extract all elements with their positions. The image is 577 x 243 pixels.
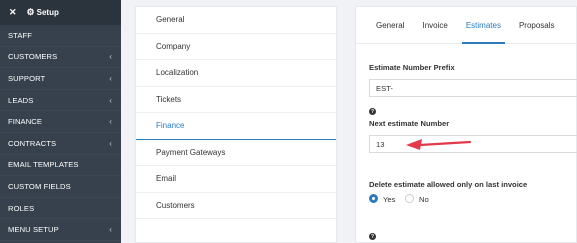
settings-menu-finance[interactable]: Finance bbox=[136, 113, 336, 140]
close-icon[interactable]: ✕ bbox=[9, 7, 17, 18]
delete-estimate-label: Delete estimate allowed only on last inv… bbox=[369, 180, 528, 189]
settings-menu-customers[interactable]: Customers bbox=[136, 193, 336, 219]
settings-menu: General Company Localization Tickets Fin… bbox=[135, 6, 337, 243]
chevron-left-icon: ‹ bbox=[109, 225, 112, 235]
gear-icon: ⚙ bbox=[26, 7, 35, 17]
sidebar-item-email-templates[interactable]: EMAIL TEMPLATES bbox=[0, 155, 121, 177]
sidebar-item-leads[interactable]: LEADS ‹ bbox=[0, 90, 121, 112]
sidebar-item-label: EMAIL TEMPLATES bbox=[8, 160, 79, 170]
help-icon[interactable]: ? bbox=[369, 233, 376, 240]
finance-settings-panel: General Invoice Estimates Proposals Esti… bbox=[355, 6, 577, 243]
sidebar-item-label: SUPPORT bbox=[8, 73, 46, 83]
sidebar-header: ✕ ⚙ Setup bbox=[0, 0, 121, 25]
sidebar-item-custom-fields[interactable]: CUSTOM FIELDS bbox=[0, 176, 121, 198]
tab-invoice[interactable]: Invoice bbox=[422, 7, 447, 43]
tab-estimates[interactable]: Estimates bbox=[461, 7, 506, 44]
next-estimate-number-label: Next estimate Number bbox=[369, 119, 450, 128]
sidebar-item-label: STAFF bbox=[8, 30, 32, 40]
chevron-left-icon: ‹ bbox=[109, 138, 112, 148]
sidebar-item-label: CUSTOMERS bbox=[8, 52, 58, 62]
sidebar-item-label: FINANCE bbox=[8, 117, 43, 127]
help-icon[interactable]: ? bbox=[369, 108, 376, 115]
settings-menu-general[interactable]: General bbox=[136, 7, 336, 34]
delete-no-radio[interactable] bbox=[405, 194, 414, 203]
settings-menu-email[interactable]: Email bbox=[136, 166, 336, 193]
delete-yes-label: Yes bbox=[383, 195, 396, 204]
chevron-left-icon: ‹ bbox=[109, 52, 112, 62]
estimate-prefix-label: Estimate Number Prefix bbox=[369, 63, 455, 72]
delete-yes-radio[interactable] bbox=[369, 194, 378, 203]
sidebar-item-roles[interactable]: ROLES bbox=[0, 198, 121, 220]
estimate-prefix-input[interactable]: EST- bbox=[369, 79, 577, 97]
annotation-arrow bbox=[406, 139, 472, 150]
sidebar-item-menu-setup[interactable]: MENU SETUP ‹ bbox=[0, 219, 121, 241]
sidebar: ✕ ⚙ Setup STAFF CUSTOMERS ‹ SUPPORT ‹ LEADS… bbox=[0, 0, 121, 243]
chevron-left-icon: ‹ bbox=[109, 117, 112, 127]
settings-menu-tickets[interactable]: Tickets bbox=[136, 87, 336, 113]
sidebar-item-support[interactable]: SUPPORT ‹ bbox=[0, 68, 121, 90]
next-estimate-number-input[interactable]: 13 bbox=[369, 135, 577, 153]
sidebar-item-label: ROLES bbox=[8, 203, 35, 213]
sidebar-item-label: MENU SETUP bbox=[8, 225, 59, 235]
chevron-left-icon: ‹ bbox=[109, 73, 112, 83]
delete-no-label: No bbox=[419, 195, 429, 204]
sidebar-item-label: LEADS bbox=[8, 95, 34, 105]
setup-heading: ⚙ Setup bbox=[27, 7, 59, 18]
finance-tabs: General Invoice Estimates Proposals bbox=[356, 7, 576, 44]
sidebar-item-label: CUSTOM FIELDS bbox=[8, 181, 71, 191]
settings-menu-localization[interactable]: Localization bbox=[136, 60, 336, 87]
sidebar-item-staff[interactable]: STAFF bbox=[0, 25, 121, 47]
sidebar-item-label: CONTRACTS bbox=[8, 138, 57, 148]
setup-title: Setup bbox=[36, 8, 59, 17]
settings-menu-payment-gateways[interactable]: Payment Gateways bbox=[136, 140, 336, 166]
tab-general[interactable]: General bbox=[376, 7, 404, 43]
chevron-left-icon: ‹ bbox=[109, 95, 112, 105]
sidebar-item-contracts[interactable]: CONTRACTS ‹ bbox=[0, 133, 121, 155]
tab-proposals[interactable]: Proposals bbox=[519, 7, 555, 43]
settings-menu-company[interactable]: Company bbox=[136, 34, 336, 60]
sidebar-item-finance[interactable]: FINANCE ‹ bbox=[0, 111, 121, 133]
sidebar-item-customers[interactable]: CUSTOMERS ‹ bbox=[0, 47, 121, 69]
